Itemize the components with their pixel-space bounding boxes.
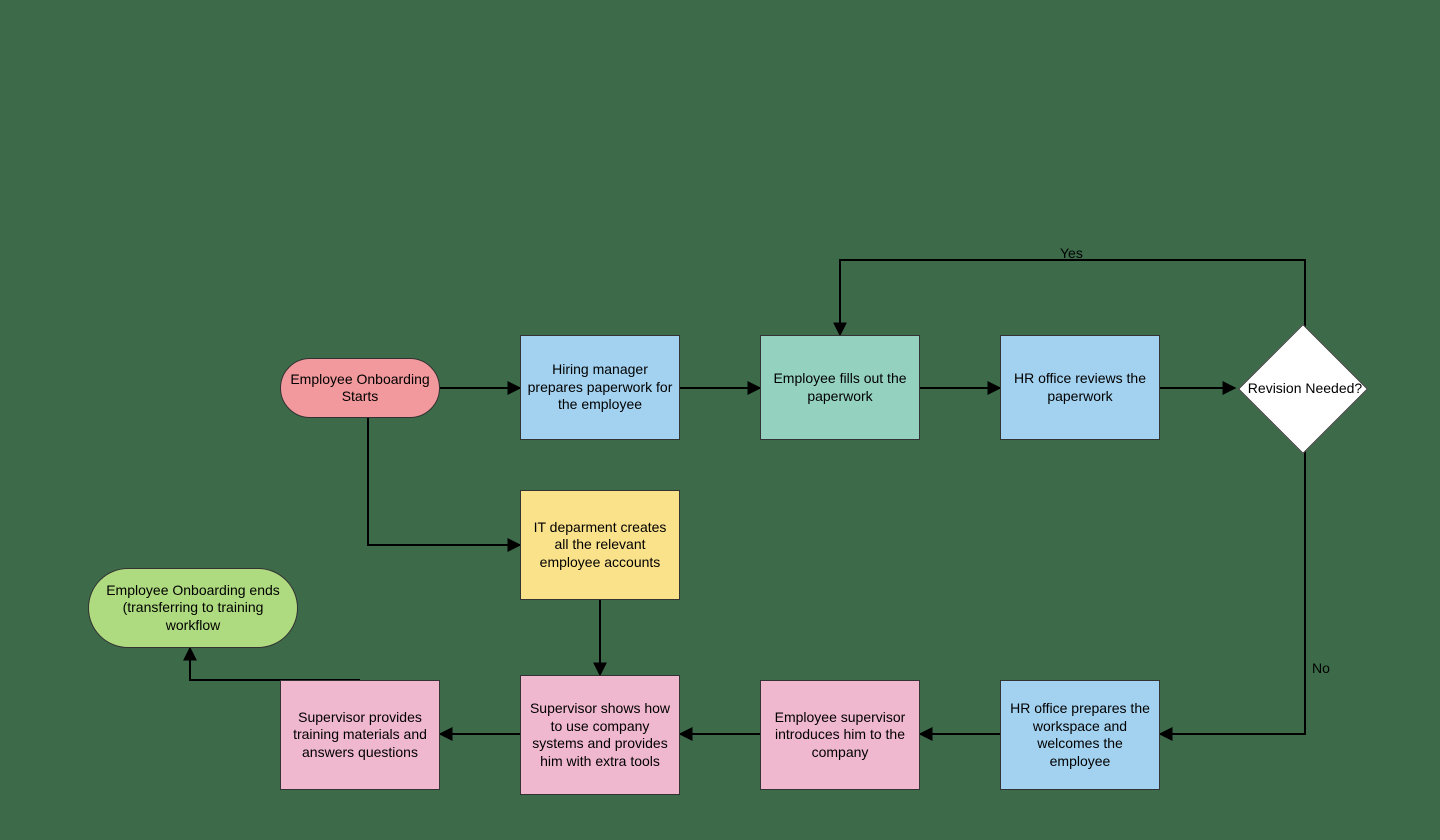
node-systems-label: Supervisor shows how to use company syst…: [527, 700, 673, 770]
edges-layer: [0, 0, 1440, 840]
node-start[interactable]: Employee Onboarding Starts: [280, 358, 440, 418]
node-it-label: IT deparment creates all the relevant em…: [527, 519, 673, 572]
node-decision[interactable]: Revision Needed?: [1235, 335, 1375, 441]
node-hiring-label: Hiring manager prepares paperwork for th…: [527, 361, 673, 414]
node-decision-label: Revision Needed?: [1235, 335, 1375, 441]
node-review[interactable]: HR office reviews the paperwork: [1000, 335, 1160, 440]
node-training[interactable]: Supervisor provides training materials a…: [280, 680, 440, 790]
node-training-label: Supervisor provides training materials a…: [287, 709, 433, 762]
node-end-label: Employee Onboarding ends (transferring t…: [95, 582, 291, 635]
edge-label-yes: Yes: [1060, 245, 1083, 261]
node-intro[interactable]: Employee supervisor introduces him to th…: [760, 680, 920, 790]
node-end[interactable]: Employee Onboarding ends (transferring t…: [88, 568, 298, 648]
node-start-label: Employee Onboarding Starts: [287, 371, 433, 406]
flowchart-canvas: Employee Onboarding Starts Hiring manage…: [0, 0, 1440, 840]
node-intro-label: Employee supervisor introduces him to th…: [767, 709, 913, 762]
node-fill[interactable]: Employee fills out the paperwork: [760, 335, 920, 440]
edge-label-no: No: [1312, 660, 1330, 676]
node-hiring[interactable]: Hiring manager prepares paperwork for th…: [520, 335, 680, 440]
node-prepare-label: HR office prepares the workspace and wel…: [1007, 700, 1153, 770]
node-systems[interactable]: Supervisor shows how to use company syst…: [520, 675, 680, 795]
node-it[interactable]: IT deparment creates all the relevant em…: [520, 490, 680, 600]
node-review-label: HR office reviews the paperwork: [1007, 370, 1153, 405]
node-fill-label: Employee fills out the paperwork: [767, 370, 913, 405]
node-prepare[interactable]: HR office prepares the workspace and wel…: [1000, 680, 1160, 790]
